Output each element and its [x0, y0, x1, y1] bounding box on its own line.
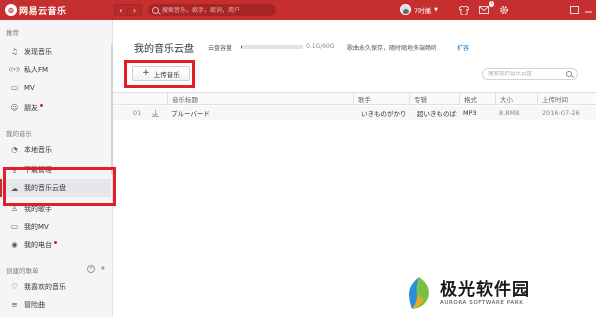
- window-controls: [566, 4, 594, 16]
- app-name: 网易云音乐: [19, 6, 67, 17]
- user-menu[interactable]: 7时播 ▼: [400, 4, 438, 15]
- sidebar-item-liked-music[interactable]: ♡ 我喜欢的音乐: [0, 279, 111, 294]
- highlight-box-cloud-disk: [3, 167, 116, 206]
- highlight-box-upload: [124, 60, 195, 88]
- song-album[interactable]: 超いきものばかり: [417, 106, 457, 120]
- sidebar-item-label: 本地音乐: [24, 145, 52, 154]
- mail-icon[interactable]: 1: [478, 1, 494, 16]
- sidebar-item-personal-fm[interactable]: ((•)) 私人FM: [0, 62, 111, 77]
- sidebar-item-label: MV: [24, 83, 35, 92]
- quota-note: 歌曲永久保存，随时随地多端畅听: [347, 45, 438, 52]
- quota-value: 0.1G/60G: [306, 43, 335, 50]
- app-logo[interactable]: ⊚ 网易云音乐: [5, 3, 67, 17]
- avatar[interactable]: [400, 4, 411, 15]
- row-index: 01: [133, 109, 142, 117]
- column-header-size[interactable]: 大小: [495, 93, 537, 105]
- shirt-icon[interactable]: [458, 4, 470, 16]
- search-icon: [152, 6, 159, 14]
- global-search[interactable]: [148, 4, 276, 16]
- sidebar-item-label: 冒险曲: [24, 300, 45, 309]
- song-title: ブルーバード: [171, 110, 210, 118]
- cloud-search[interactable]: [482, 68, 578, 80]
- sidebar-item-discover[interactable]: ♫ 发现音乐: [0, 44, 111, 59]
- back-button[interactable]: ‹: [114, 4, 128, 16]
- sidebar-item-mv[interactable]: ▭ MV: [0, 80, 111, 95]
- sidebar-item-label: 我喜欢的音乐: [24, 282, 66, 291]
- table-header: 音乐标题 歌手 专辑 格式 大小 上传时间: [113, 92, 596, 105]
- column-header-upload-time[interactable]: 上传时间: [537, 93, 596, 105]
- sidebar-item-label: 发现音乐: [24, 47, 52, 56]
- mini-mode-icon[interactable]: [568, 4, 580, 16]
- page-title: 我的音乐云盘: [134, 44, 194, 55]
- song-format: MP3: [463, 109, 477, 117]
- user-icon: ☺: [10, 103, 19, 112]
- quota-label: 云盘容量: [208, 45, 233, 52]
- playlist-icon: ≡: [11, 300, 18, 309]
- radio-icon: ((•)): [9, 66, 20, 73]
- column-header-artist[interactable]: 歌手: [353, 93, 409, 105]
- chevron-down-icon[interactable]: ▼: [101, 266, 105, 272]
- quota-progress-fill: [241, 45, 243, 49]
- logo-icon: ⊚: [5, 4, 17, 16]
- video-icon: ▭: [10, 83, 19, 92]
- sidebar-item-playlist[interactable]: ≡ 冒险曲: [0, 297, 111, 312]
- song-upload-time: 2016-07-26: [542, 109, 580, 117]
- sidebar-item-label: 我的MV: [24, 222, 49, 231]
- history-nav: ‹ ›: [114, 4, 142, 16]
- column-header-title[interactable]: 音乐标题: [167, 93, 353, 105]
- sidebar-item-my-radio[interactable]: ◉ 我的电台: [0, 237, 111, 252]
- top-bar: ⊚ 网易云音乐 ‹ › 7时播 ▼ 1: [0, 0, 596, 20]
- sidebar-item-label: 朋友: [24, 103, 38, 112]
- video-icon: ▭: [10, 222, 19, 231]
- watermark-subtitle: AURORA SOFTWARE PARK: [440, 299, 524, 306]
- download-icon[interactable]: [152, 106, 162, 120]
- sidebar-item-my-mv[interactable]: ▭ 我的MV: [0, 219, 111, 234]
- song-artist[interactable]: いきものがかり: [361, 106, 409, 120]
- section-my-music: 我的音乐: [6, 130, 32, 138]
- top-actions: 1: [458, 1, 518, 16]
- username[interactable]: 7时播: [414, 5, 431, 15]
- forward-button[interactable]: ›: [128, 4, 142, 16]
- watermark: 极光软件园 AURORA SOFTWARE PARK: [396, 268, 596, 317]
- chevron-down-icon[interactable]: ▼: [434, 7, 438, 13]
- section-created-playlists: 创建的歌单: [6, 267, 39, 275]
- music-note-icon: ♫: [11, 47, 18, 56]
- column-header-album[interactable]: 专辑: [409, 93, 459, 105]
- section-recommend: 推荐: [6, 29, 19, 37]
- expand-storage-link[interactable]: 扩容: [457, 43, 469, 52]
- add-playlist-icon[interactable]: +: [87, 265, 95, 273]
- sidebar-item-label: 我的电台: [24, 240, 52, 249]
- global-search-input[interactable]: [162, 6, 272, 14]
- quota-progress-bar: [241, 45, 303, 49]
- notification-dot: [54, 241, 57, 244]
- song-size: 8.8MB: [499, 109, 520, 117]
- cloud-search-input[interactable]: [488, 71, 566, 77]
- sidebar-item-label: 私人FM: [24, 65, 49, 74]
- minimize-icon[interactable]: [582, 4, 594, 16]
- aurora-logo-icon: [408, 276, 429, 309]
- gear-icon[interactable]: [498, 4, 510, 16]
- notification-dot: [40, 104, 43, 107]
- heart-icon: ♡: [11, 282, 18, 291]
- clock-icon: ◔: [11, 145, 18, 154]
- table-row[interactable]: 01 ブルーバード いきものがかり 超いきものばかり MP3 8.8MB 201…: [113, 106, 596, 120]
- mail-badge: 1: [489, 1, 494, 7]
- sidebar-item-friends[interactable]: ☺ 朋友: [0, 100, 111, 115]
- podcast-icon: ◉: [11, 240, 18, 249]
- column-header-format[interactable]: 格式: [459, 93, 495, 105]
- sidebar-item-local-music[interactable]: ◔ 本地音乐: [0, 142, 111, 157]
- search-icon[interactable]: [566, 71, 572, 77]
- watermark-title: 极光软件园: [440, 279, 530, 300]
